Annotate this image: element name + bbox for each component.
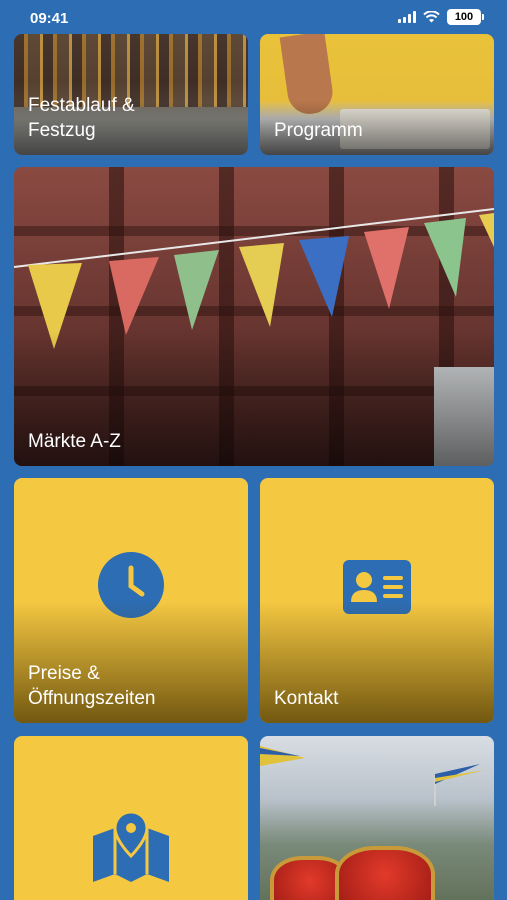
battery-level: 100 — [454, 11, 474, 23]
wifi-icon — [423, 11, 440, 23]
tile-kontakt[interactable]: Kontakt — [260, 478, 494, 723]
crown-right — [335, 846, 435, 900]
map-pin-icon — [93, 812, 169, 882]
signal-icon — [398, 11, 416, 23]
tile-karte[interactable] — [14, 736, 248, 900]
status-time: 09:41 — [30, 10, 69, 27]
tile-kronen[interactable] — [260, 736, 494, 900]
tile-preise-label: Preise & Öffnungszeiten — [28, 663, 156, 709]
status-bar: 09:41 100 — [0, 0, 507, 34]
tile-preise[interactable]: Preise & Öffnungszeiten — [14, 478, 248, 723]
battery-icon: 100 — [447, 9, 484, 25]
tile-festablauf-label: Festablauf & Festzug — [28, 95, 135, 141]
status-icons: 100 — [398, 9, 484, 25]
tile-programm-label: Programm — [274, 120, 363, 141]
tile-festablauf[interactable]: Festablauf & Festzug — [14, 34, 248, 155]
tile-kontakt-label: Kontakt — [274, 688, 339, 709]
flag-pennants — [260, 746, 485, 806]
tile-maerkte-label: Märkte A-Z — [28, 431, 121, 452]
tile-maerkte[interactable]: Märkte A-Z — [14, 167, 494, 466]
tile-programm[interactable]: Programm — [260, 34, 494, 155]
